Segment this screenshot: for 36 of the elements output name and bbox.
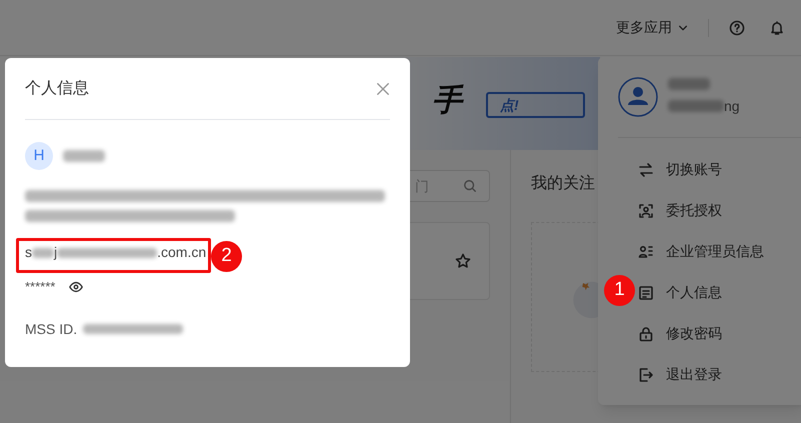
blurred-text [63,150,105,162]
banner-badge: 点! [486,92,585,118]
username-fragment: ng [724,96,740,116]
email-fragment: j [54,243,58,262]
menu-item[interactable]: 个人信息 [666,282,722,303]
face-scan-icon [638,202,654,218]
id-card-icon [638,284,654,300]
panel-title: 我的关注 [531,174,595,194]
email-fragment: .com.cn [157,243,206,262]
banner-title: 手 [432,86,462,116]
lock-icon [638,326,654,342]
menu-item[interactable]: 修改密码 [666,323,722,344]
eye-icon[interactable] [69,280,84,294]
menu-item[interactable]: 委托授权 [666,200,722,221]
password-mask: ****** [25,278,56,296]
help-icon[interactable] [729,20,745,36]
logout-icon [638,366,654,382]
menu-item[interactable]: 切换账号 [666,159,722,180]
mss-id-label: MSS ID. [25,320,78,338]
blurred-text [668,78,710,90]
menu-item[interactable]: 企业管理员信息 [666,241,764,262]
avatar: H [25,142,53,170]
menu-item[interactable]: 退出登录 [666,364,722,385]
close-icon[interactable] [376,82,390,96]
user-list-icon [638,244,654,260]
blurred-text [32,248,54,258]
more-apps-menu[interactable]: 更多应用 [616,17,688,38]
search-icon [463,179,477,193]
blurred-text [668,100,724,112]
bell-icon[interactable] [769,20,785,36]
email-fragment: s [25,243,32,262]
swap-icon [638,162,654,178]
chevron-down-icon [678,22,688,32]
user-avatar-icon [618,77,658,117]
dialog-title: 个人信息 [25,78,89,98]
star-icon[interactable] [455,253,471,269]
